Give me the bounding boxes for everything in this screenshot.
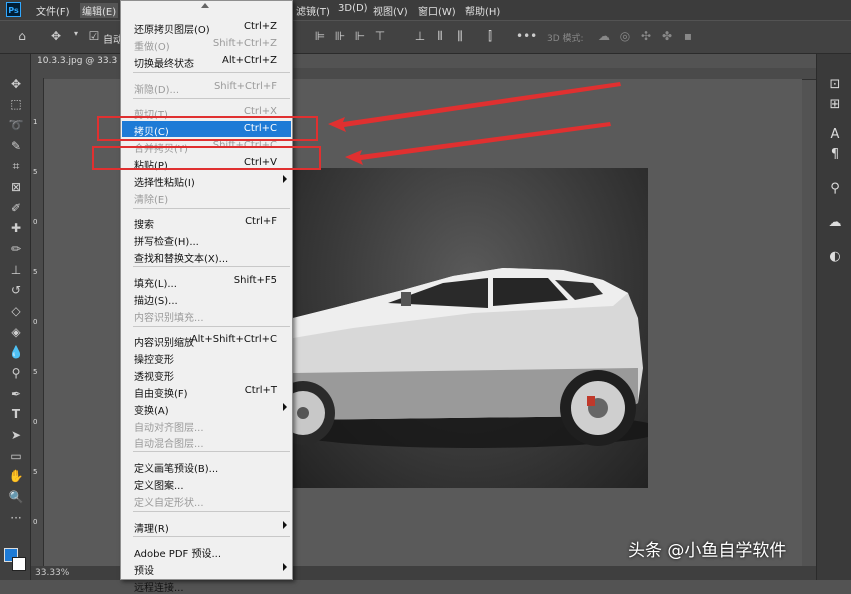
annotation-arrows [328, 82, 621, 165]
annotation-arrow-paste [345, 122, 611, 165]
menu-item-label: 远程连接... [134, 583, 184, 594]
annotation-arrow-copy [328, 82, 621, 132]
watermark-text: 头条 @小鱼自学软件 [628, 541, 787, 561]
